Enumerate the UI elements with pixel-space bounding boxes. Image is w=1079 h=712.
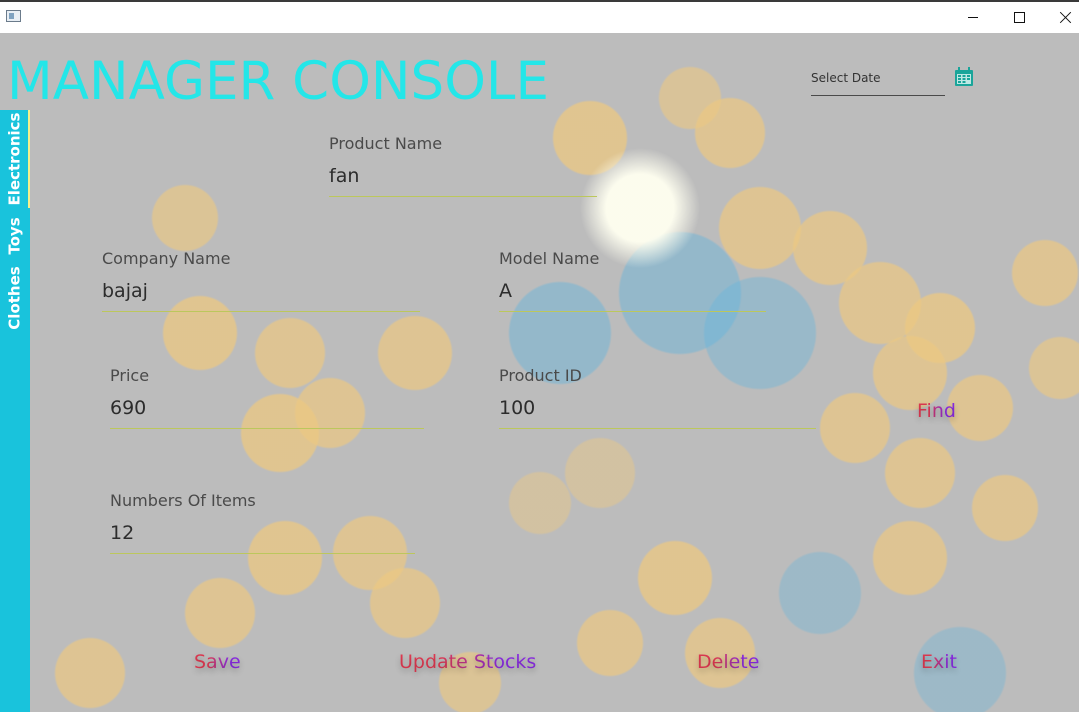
- product-name-input[interactable]: [329, 162, 597, 190]
- exit-button[interactable]: Exit: [921, 651, 957, 673]
- model-name-input[interactable]: [499, 277, 766, 305]
- close-icon: [1059, 11, 1072, 24]
- product-name-underline: [329, 196, 597, 197]
- price-label: Price: [110, 366, 150, 385]
- tab-label: Clothes: [6, 266, 24, 330]
- date-input[interactable]: [811, 68, 931, 88]
- numbers-of-items-label: Numbers Of Items: [110, 491, 256, 510]
- product-id-field: Product ID: [499, 366, 816, 438]
- product-id-label: Product ID: [499, 366, 582, 385]
- minimize-icon: [968, 17, 978, 18]
- company-name-label: Company Name: [102, 249, 231, 268]
- minimize-button[interactable]: [950, 2, 996, 33]
- category-sidebar: Electronics Toys Clothes: [0, 110, 30, 712]
- company-name-field: Company Name: [102, 249, 420, 321]
- close-button[interactable]: [1042, 2, 1079, 33]
- price-underline: [110, 428, 424, 429]
- title-bar-top-strip: [0, 0, 1079, 2]
- price-input[interactable]: [110, 394, 424, 422]
- maximize-icon: [1013, 12, 1025, 23]
- product-id-underline: [499, 428, 816, 429]
- tab-label: Electronics: [5, 112, 23, 206]
- date-picker[interactable]: [811, 63, 945, 96]
- model-name-field: Model Name: [499, 249, 766, 321]
- product-id-input[interactable]: [499, 394, 816, 422]
- tab-electronics[interactable]: Electronics: [0, 110, 30, 208]
- model-name-underline: [499, 311, 766, 312]
- page-title: MANAGER CONSOLE: [7, 51, 549, 112]
- find-button[interactable]: Find: [917, 400, 956, 422]
- maximize-button[interactable]: [996, 2, 1042, 33]
- numbers-of-items-field: Numbers Of Items: [110, 491, 415, 563]
- product-name-label: Product Name: [329, 134, 443, 153]
- numbers-of-items-underline: [110, 553, 415, 554]
- tab-clothes[interactable]: Clothes: [0, 263, 30, 333]
- calendar-icon[interactable]: [954, 67, 974, 87]
- delete-button[interactable]: Delete: [697, 651, 759, 673]
- price-field: Price: [110, 366, 424, 438]
- company-name-underline: [102, 311, 420, 312]
- numbers-of-items-input[interactable]: [110, 519, 415, 547]
- model-name-label: Model Name: [499, 249, 600, 268]
- tab-label: Toys: [6, 216, 25, 255]
- tab-toys[interactable]: Toys: [0, 208, 30, 263]
- company-name-input[interactable]: [102, 277, 420, 305]
- update-stocks-button[interactable]: Update Stocks: [399, 651, 536, 673]
- product-name-field: Product Name: [329, 134, 597, 206]
- window-title-bar: [0, 0, 1079, 33]
- save-button[interactable]: Save: [194, 651, 241, 673]
- app-window-icon: [6, 10, 21, 22]
